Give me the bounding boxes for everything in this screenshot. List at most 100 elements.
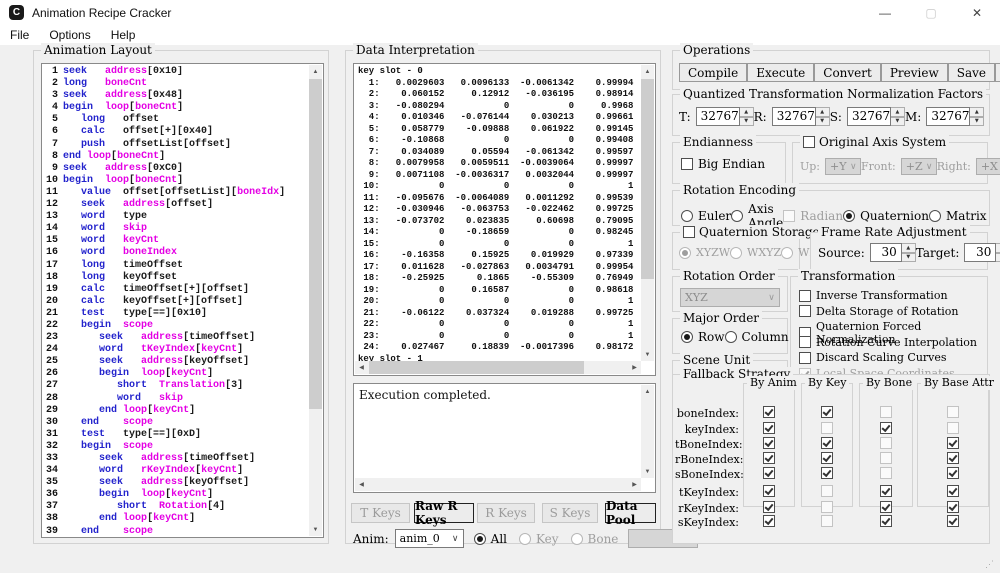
scrollbar-thumb[interactable] — [309, 79, 322, 409]
fallback-keyindex-by-anim-checkbox[interactable] — [763, 422, 775, 434]
scroll-down-icon[interactable]: ▼ — [641, 348, 654, 361]
radio-button[interactable] — [731, 210, 744, 222]
factor-s-spinner[interactable]: 32767 ▲ ▼ — [846, 107, 905, 126]
checkbox[interactable] — [799, 336, 811, 349]
fallback-rkeyindex-by-base-attr-checkbox[interactable] — [947, 501, 959, 513]
factor-m-spinner[interactable]: 32767 ▲ ▼ — [926, 107, 985, 126]
log-output[interactable]: Execution completed. ▲ ▼ ◀ ▶ — [353, 383, 656, 493]
resize-grip-icon[interactable]: ⋰ — [985, 558, 997, 570]
checkbox[interactable] — [799, 305, 811, 318]
fallback-skeyindex-by-anim-checkbox[interactable] — [763, 515, 775, 527]
script-vertical-scrollbar[interactable]: ▲ ▼ — [309, 65, 322, 536]
factor-r-spinner[interactable]: 32767 ▲ ▼ — [771, 107, 830, 126]
spin-value[interactable]: 32767 — [846, 107, 891, 126]
scroll-down-icon[interactable]: ▼ — [641, 465, 654, 478]
minimize-button[interactable]: — — [862, 0, 908, 25]
anim-scope-all[interactable]: All — [473, 532, 507, 546]
script-editor[interactable]: 1 seek address[0x10] 2 long boneCnt 3 seek ad… — [41, 63, 324, 538]
save-button[interactable]: Save — [947, 63, 996, 82]
fallback-skeyindex-by-base-attr-checkbox[interactable] — [947, 515, 959, 527]
spin-up-icon[interactable]: ▲ — [970, 107, 985, 117]
rotation-curve-interpolation-checkbox[interactable]: Rotation Curve Interpolation — [799, 336, 977, 349]
data-output[interactable]: key slot - 0 1: 0.0029603 0.0096133 -0.0… — [353, 63, 656, 376]
spin-up-icon[interactable]: ▲ — [890, 107, 905, 117]
fallback-tboneindex-by-base-attr-checkbox[interactable] — [947, 437, 959, 449]
spin-buttons[interactable]: ▲▼ — [890, 107, 905, 126]
checkbox[interactable] — [799, 351, 811, 364]
scroll-right-icon[interactable]: ▶ — [628, 361, 641, 374]
scroll-left-icon[interactable]: ◀ — [355, 478, 368, 491]
axis-system-checkbox[interactable] — [803, 136, 815, 148]
reset-button[interactable]: Reset — [995, 63, 1000, 82]
fallback-skeyindex-by-bone-checkbox[interactable] — [880, 515, 892, 527]
fallback-rkeyindex-by-anim-checkbox[interactable] — [763, 501, 775, 513]
fallback-tkeyindex-by-base-attr-checkbox[interactable] — [947, 485, 959, 497]
spin-down-icon[interactable]: ▼ — [970, 116, 985, 126]
spin-down-icon[interactable]: ▼ — [996, 252, 1000, 262]
scrollbar-thumb[interactable] — [641, 79, 654, 279]
spin-value[interactable]: 32767 — [695, 107, 740, 126]
scroll-right-icon[interactable]: ▶ — [628, 478, 641, 491]
order-column[interactable]: Column — [724, 330, 789, 344]
scrollbar-thumb[interactable] — [369, 361, 584, 374]
radio-button[interactable] — [724, 331, 737, 343]
spin-down-icon[interactable]: ▼ — [890, 116, 905, 126]
spin-down-icon[interactable]: ▼ — [815, 116, 830, 126]
fallback-keyindex-by-bone-checkbox[interactable] — [880, 422, 892, 434]
menu-options[interactable]: Options — [39, 28, 100, 42]
fallback-tkeyindex-by-anim-checkbox[interactable] — [763, 485, 775, 497]
encoding-matrix[interactable]: Matrix — [928, 209, 987, 223]
spin-value[interactable]: 32767 — [926, 107, 971, 126]
fallback-rkeyindex-by-bone-checkbox[interactable] — [880, 501, 892, 513]
inverse-transformation-checkbox[interactable]: Inverse Transformation — [799, 289, 948, 302]
rate-source-spinner[interactable]: 30 ▲ ▼ — [869, 243, 916, 262]
big-endian-checkbox[interactable]: Big Endian — [681, 157, 765, 171]
fallback-rboneindex-by-key-checkbox[interactable] — [821, 452, 833, 464]
scroll-up-icon[interactable]: ▲ — [641, 65, 654, 78]
anim-select[interactable]: anim_0 ∨ — [394, 529, 464, 548]
maximize-button[interactable]: ▢ — [908, 0, 954, 25]
fallback-sboneindex-by-base-attr-checkbox[interactable] — [947, 467, 959, 479]
spin-buttons[interactable]: ▲▼ — [996, 243, 1000, 262]
fallback-tkeyindex-by-bone-checkbox[interactable] — [880, 485, 892, 497]
checkbox[interactable] — [799, 289, 811, 302]
fallback-rboneindex-by-anim-checkbox[interactable] — [763, 452, 775, 464]
spin-up-icon[interactable]: ▲ — [739, 107, 754, 117]
radio-button[interactable] — [843, 210, 856, 222]
spin-value[interactable]: 30 — [869, 243, 902, 262]
delta-storage-of-rotation-checkbox[interactable]: Delta Storage of Rotation — [799, 305, 958, 318]
radio-button[interactable] — [928, 210, 941, 222]
radio-button[interactable] — [681, 331, 693, 343]
fallback-sboneindex-by-key-checkbox[interactable] — [821, 467, 833, 479]
radio-button[interactable] — [473, 532, 486, 545]
spin-buttons[interactable]: ▲▼ — [739, 107, 754, 126]
execute-button[interactable]: Execute — [747, 63, 815, 82]
raw-r-keys-button[interactable]: Raw R Keys — [414, 499, 474, 527]
factor-t-spinner[interactable]: 32767 ▲ ▼ — [695, 107, 754, 126]
encoding-quaternion[interactable]: Quaternion — [843, 209, 929, 223]
spin-buttons[interactable]: ▲▼ — [970, 107, 985, 126]
compile-button[interactable]: Compile — [679, 63, 748, 82]
convert-button[interactable]: Convert — [814, 63, 881, 82]
spin-down-icon[interactable]: ▼ — [739, 116, 754, 126]
fallback-sboneindex-by-anim-checkbox[interactable] — [763, 467, 775, 479]
checkbox[interactable] — [681, 158, 693, 170]
close-button[interactable]: ✕ — [954, 0, 1000, 25]
spin-up-icon[interactable]: ▲ — [815, 107, 830, 117]
encoding-euler[interactable]: Euler — [681, 209, 731, 223]
spin-value[interactable]: 30 — [964, 243, 997, 262]
menu-file[interactable]: File — [0, 28, 39, 42]
discard-scaling-curves-checkbox[interactable]: Discard Scaling Curves — [799, 351, 947, 364]
scroll-up-icon[interactable]: ▲ — [309, 65, 322, 78]
fallback-boneindex-by-anim-checkbox[interactable] — [763, 406, 775, 418]
menu-help[interactable]: Help — [101, 28, 146, 42]
preview-button[interactable]: Preview — [880, 63, 948, 82]
data-pool-button[interactable]: Data Pool — [605, 499, 656, 527]
order-row[interactable]: Row — [681, 330, 725, 344]
quaternion-storage-checkbox[interactable] — [683, 226, 695, 238]
fallback-tboneindex-by-key-checkbox[interactable] — [821, 437, 833, 449]
scroll-down-icon[interactable]: ▼ — [309, 523, 322, 536]
log-horizontal-scrollbar[interactable]: ◀ ▶ — [355, 478, 641, 491]
spin-up-icon[interactable]: ▲ — [996, 243, 1000, 253]
spin-buttons[interactable]: ▲▼ — [815, 107, 830, 126]
